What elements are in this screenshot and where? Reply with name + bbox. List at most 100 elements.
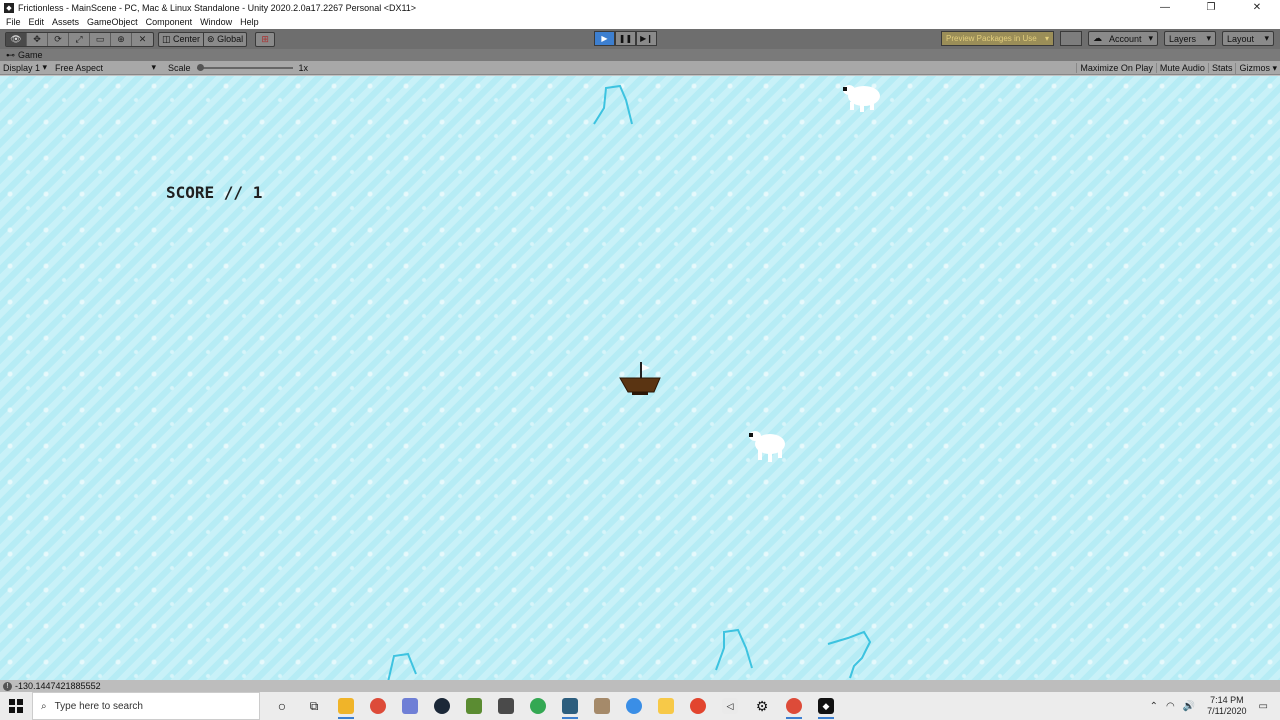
scale-control: Scale 1x (165, 63, 311, 73)
taskbar-pinned-apps: ○ ⧉ ◁ ⚙ ◆ (266, 692, 842, 720)
cortana-icon[interactable]: ○ (266, 692, 298, 720)
menu-bar: File Edit Assets GameObject Component Wi… (0, 15, 1280, 29)
account-dropdown[interactable]: ☁ Account ▾ (1088, 31, 1158, 46)
transform-tool-icon[interactable]: ⊕ (111, 32, 132, 46)
transform-tools: 👁 ✥ ⟳ ⤢ ▭ ⊕ ✕ (5, 31, 154, 47)
gizmos-label: Gizmos (1239, 62, 1270, 73)
game-viewport[interactable]: SCORE // 1 (0, 76, 1280, 680)
volume-icon[interactable]: 🔊 (1179, 701, 1199, 712)
search-placeholder: Type here to search (54, 700, 143, 712)
move-tool-icon[interactable]: ✥ (27, 32, 48, 46)
chevron-down-icon: ▾ (1044, 34, 1049, 43)
file-explorer-icon[interactable] (330, 692, 362, 720)
system-tray: ⌃ ◠ 🔊 7:14 PM 7/11/2020 ▭ (1146, 692, 1280, 720)
wifi-icon[interactable]: ◠ (1162, 701, 1179, 712)
paint-app-icon[interactable] (586, 692, 618, 720)
polar-bear-icon (843, 85, 880, 112)
layers-dropdown[interactable]: Layers ▾ (1164, 31, 1216, 46)
clock-time: 7:14 PM (1210, 695, 1244, 705)
preview-packages-label: Preview Packages in Use (946, 34, 1037, 43)
grid-snap-icon[interactable]: ⊞ (255, 31, 276, 47)
sticky-notes-icon[interactable] (650, 692, 682, 720)
minimize-icon[interactable]: — (1142, 0, 1188, 15)
unity-hub-icon[interactable]: ◁ (714, 692, 746, 720)
space-global-button[interactable]: ⊚ Global (204, 31, 248, 47)
restore-icon[interactable]: ❐ (1188, 0, 1234, 15)
game-tab[interactable]: ⊷ Game (6, 50, 43, 61)
game-view-toggles: Maximize On Play Mute Audio Stats Gizmos… (1076, 61, 1280, 75)
view-tool-icon[interactable]: 👁 (6, 32, 27, 46)
console-status-bar[interactable]: ! -130.1447421885552 (0, 680, 1280, 692)
chevron-down-icon: ▾ (1148, 33, 1153, 43)
menu-edit[interactable]: Edit (25, 17, 49, 27)
menu-help[interactable]: Help (236, 17, 263, 27)
visual-studio-icon[interactable] (554, 692, 586, 720)
score-text: SCORE // 1 (166, 183, 263, 202)
steam-icon[interactable] (426, 692, 458, 720)
notification-icon[interactable]: ▭ (1255, 701, 1280, 712)
scale-value: 1x (298, 62, 309, 73)
menu-window[interactable]: Window (196, 17, 236, 27)
pivot-center-label: Center (173, 34, 201, 44)
game-tab-strip: ⊷ Game (0, 49, 1280, 61)
chevron-up-icon[interactable]: ⌃ (1146, 701, 1162, 712)
iceberg-outline-icon (827, 630, 872, 679)
close-icon[interactable]: ✕ (1234, 0, 1280, 15)
layout-label: Layout (1227, 33, 1255, 44)
info-icon: ! (3, 681, 12, 691)
window-controls: — ❐ ✕ (1142, 0, 1280, 15)
boat-player-icon (619, 362, 661, 395)
rect-tool-icon[interactable]: ▭ (90, 32, 111, 46)
iceberg-outline-icon (387, 652, 417, 680)
chrome-icon[interactable] (362, 692, 394, 720)
taskbar-clock[interactable]: 7:14 PM 7/11/2020 (1199, 695, 1254, 717)
windows-logo-icon (9, 699, 23, 713)
polar-bear-icon (749, 431, 785, 462)
chrome-running-icon[interactable] (778, 692, 810, 720)
step-icon[interactable]: ▶❙ (636, 31, 657, 46)
console-last-message: -130.1447421885552 (15, 681, 101, 691)
windows-start-button[interactable] (0, 692, 32, 720)
maximize-on-play-toggle[interactable]: Maximize On Play (1076, 63, 1156, 73)
scale-tool-icon[interactable]: ⤢ (69, 32, 90, 46)
space-global-label: Global (217, 34, 244, 44)
pause-icon[interactable]: ❚❚ (615, 31, 636, 46)
game-tab-label: Game (18, 50, 43, 60)
layout-dropdown[interactable]: Layout ▾ (1222, 31, 1274, 46)
aspect-dropdown[interactable]: Free Aspect ▾ (52, 62, 159, 73)
menu-gameobject[interactable]: GameObject (83, 17, 142, 27)
musescore-icon[interactable] (618, 692, 650, 720)
play-icon[interactable]: ▶ (594, 31, 615, 46)
game-app-icon[interactable] (490, 692, 522, 720)
stats-toggle[interactable]: Stats (1207, 63, 1236, 73)
minecraft-icon[interactable] (458, 692, 490, 720)
chevron-down-icon: ▾ (1206, 33, 1211, 43)
xbox-icon[interactable] (522, 692, 554, 720)
scale-slider-knob[interactable] (196, 63, 204, 71)
collab-icon[interactable] (1060, 31, 1082, 46)
mute-audio-toggle[interactable]: Mute Audio (1155, 63, 1208, 73)
gamepad-icon: ⊷ (6, 49, 15, 60)
rotate-tool-icon[interactable]: ⟳ (48, 32, 69, 46)
search-icon: ⌕ (41, 700, 47, 712)
task-view-icon[interactable]: ⧉ (298, 692, 330, 720)
taskbar-search-box[interactable]: ⌕ Type here to search (32, 692, 260, 720)
aspect-label: Free Aspect (55, 62, 104, 73)
custom-tool-icon[interactable]: ✕ (132, 33, 153, 46)
pivot-center-button[interactable]: ◫ Center (158, 31, 205, 47)
discord-icon[interactable] (394, 692, 426, 720)
menu-component[interactable]: Component (142, 17, 197, 27)
unity-editor-icon[interactable]: ◆ (810, 692, 842, 720)
menu-assets[interactable]: Assets (48, 17, 83, 27)
gizmos-dropdown[interactable]: Gizmos ▾ (1235, 62, 1280, 74)
pivot-toggles: ◫ Center ⊚ Global (158, 31, 248, 47)
display-dropdown[interactable]: Display 1 ▾ (0, 62, 50, 73)
unity-app-icon: ◆ (4, 2, 14, 13)
menu-file[interactable]: File (2, 17, 25, 27)
toolbar-right: Preview Packages in Use ▾ ☁ Account ▾ La… (941, 31, 1274, 46)
headphones-app-icon[interactable] (682, 692, 714, 720)
game-view-controls: Display 1 ▾ Free Aspect ▾ Scale 1x Maxim… (0, 61, 1280, 75)
scale-slider[interactable] (196, 63, 293, 71)
settings-gear-icon[interactable]: ⚙ (746, 692, 778, 720)
preview-packages-dropdown[interactable]: Preview Packages in Use ▾ (941, 31, 1054, 46)
